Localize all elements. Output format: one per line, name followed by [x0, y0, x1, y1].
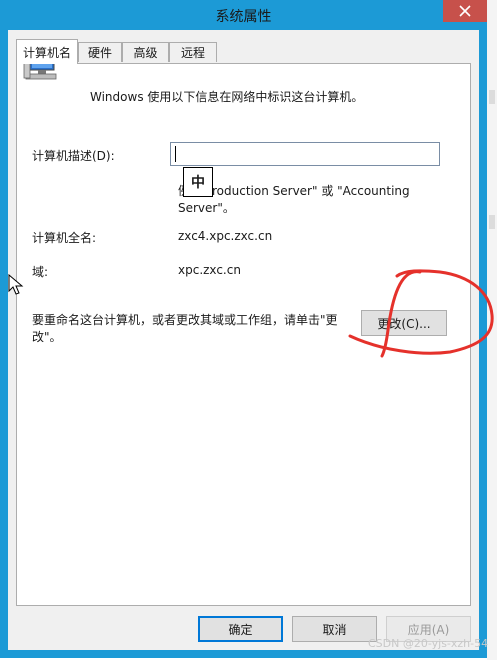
mouse-cursor-icon — [8, 274, 24, 295]
change-button[interactable]: 更改(C)... — [361, 310, 447, 336]
tab-advanced[interactable]: 高级 — [122, 42, 169, 62]
full-name-value: zxc4.xpc.zxc.cn — [178, 229, 273, 243]
domain-label: 域: — [32, 265, 49, 279]
desktop-icon-fragment — [489, 215, 495, 229]
rename-text-line1: 要重命名这台计算机，或者更改其域或工作组，请单击"更 — [32, 313, 338, 327]
rename-text-line2: 改"。 — [32, 330, 62, 344]
description-label: 计算机描述(D): — [32, 149, 115, 163]
tab-computer-name[interactable]: 计算机名 — [16, 39, 78, 64]
close-icon — [459, 5, 471, 17]
desktop-background — [487, 0, 497, 660]
computer-description-input[interactable] — [170, 142, 440, 166]
domain-value: xpc.zxc.cn — [178, 263, 241, 277]
desktop-icon-fragment — [489, 90, 495, 104]
system-properties-window: 系统属性 计算机名 硬件 高级 远程 Windows 使用以下信息在网络中标识这… — [0, 0, 487, 658]
example-text-line2: Server"。 — [178, 201, 235, 215]
watermark: CSDN @20-yjs-xzh-54 — [368, 637, 489, 650]
tab-remote[interactable]: 远程 — [169, 42, 217, 62]
cancel-button[interactable]: 取消 — [292, 616, 377, 642]
full-name-label: 计算机全名: — [32, 231, 97, 245]
intro-text: Windows 使用以下信息在网络中标识这台计算机。 — [90, 90, 364, 104]
window-title: 系统属性 — [215, 9, 272, 25]
tab-hardware[interactable]: 硬件 — [78, 42, 122, 62]
text-caret — [175, 146, 176, 162]
title-bar[interactable]: 系统属性 — [0, 0, 487, 30]
ime-indicator[interactable]: 中 — [183, 167, 213, 197]
close-button[interactable] — [443, 0, 487, 22]
dialog-client-area: 计算机名 硬件 高级 远程 — [8, 30, 479, 650]
ok-button[interactable]: 确定 — [198, 616, 283, 642]
